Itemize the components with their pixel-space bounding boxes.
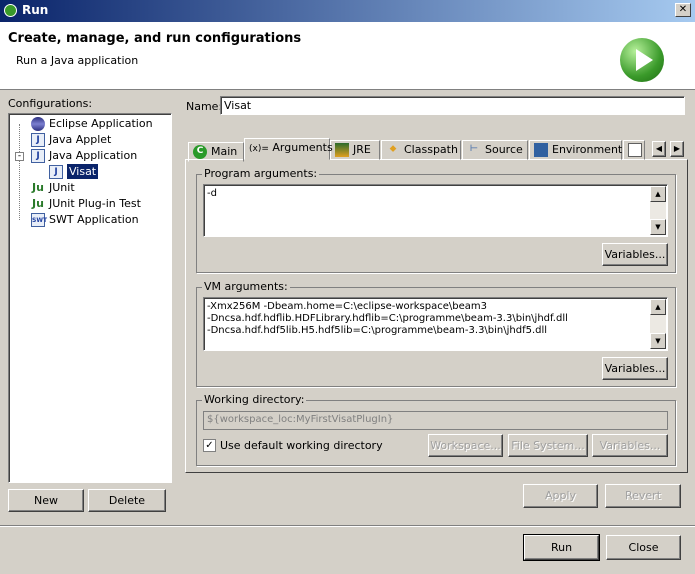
tab-classpath[interactable]: ⬥ Classpath <box>381 140 461 160</box>
tab-source[interactable]: ⊢ Source <box>462 140 528 160</box>
tree-item-java-applet[interactable]: J Java Applet <box>31 132 111 148</box>
tree-item-eclipse-application[interactable]: Eclipse Application <box>31 116 153 132</box>
java-application-icon: J <box>31 149 45 163</box>
window-title: Run <box>22 3 49 17</box>
name-label: Name: <box>186 100 223 113</box>
tree-item-junit-plugin-test[interactable]: Ju JUnit Plug-in Test <box>31 196 141 212</box>
close-button[interactable]: Close <box>606 535 681 560</box>
working-variables-button[interactable]: Variables... <box>592 434 668 457</box>
eclipse-icon <box>31 117 45 131</box>
classpath-icon: ⬥ <box>389 144 397 154</box>
working-directory-input[interactable]: ${workspace_loc:MyFirstVisatPlugIn} <box>203 411 668 430</box>
tree-item-swt-application[interactable]: SWT SWT Application <box>31 212 139 228</box>
jre-icon <box>335 143 349 157</box>
run-window-icon <box>4 4 17 17</box>
new-button[interactable]: New <box>8 489 84 512</box>
environment-icon <box>534 143 548 157</box>
file-system-button[interactable]: File System... <box>508 434 588 457</box>
header-banner: Create, manage, and run configurations R… <box>0 22 695 90</box>
tree-item-visat[interactable]: J Visat <box>49 164 99 180</box>
arguments-icon: (x)= <box>249 144 269 154</box>
java-icon: J <box>49 165 63 179</box>
tab-scroll-left[interactable]: ◀ <box>652 141 666 157</box>
collapse-toggle[interactable]: - <box>15 152 24 161</box>
java-applet-icon: J <box>31 133 45 147</box>
common-icon <box>628 143 642 157</box>
workspace-button[interactable]: Workspace... <box>428 434 503 457</box>
vm-variables-button[interactable]: Variables... <box>602 357 668 380</box>
apply-button[interactable]: Apply <box>523 484 598 508</box>
main-icon: C <box>193 145 207 159</box>
separator <box>0 525 695 527</box>
revert-button[interactable]: Revert <box>605 484 681 508</box>
tab-common[interactable] <box>623 140 645 160</box>
swt-icon: SWT <box>31 213 47 227</box>
tab-scroll-right[interactable]: ▶ <box>670 141 684 157</box>
tab-jre[interactable]: JRE <box>330 140 380 160</box>
tree-item-junit[interactable]: Ju JUnit <box>31 180 75 196</box>
header-title: Create, manage, and run configurations <box>8 31 302 46</box>
tab-main[interactable]: C Main <box>188 142 244 162</box>
delete-button[interactable]: Delete <box>88 489 166 512</box>
name-input[interactable]: Visat <box>220 96 685 115</box>
configurations-tree[interactable]: Eclipse Application J Java Applet - J Java… <box>8 113 172 483</box>
close-window-button[interactable]: ✕ <box>675 3 691 17</box>
title-bar: Run ✕ <box>0 0 695 22</box>
junit-icon: Ju <box>32 181 44 194</box>
scrollbar[interactable]: ▲ ▼ <box>650 186 666 235</box>
tab-environment[interactable]: Environment <box>529 140 622 160</box>
program-variables-button[interactable]: Variables... <box>602 243 668 266</box>
header-subtitle: Run a Java application <box>16 54 139 67</box>
use-default-checkbox[interactable]: ✓ <box>203 439 216 452</box>
program-arguments-textarea[interactable]: -d ▲ ▼ <box>203 184 668 237</box>
vm-arguments-textarea[interactable]: -Xmx256M -Dbeam.home=C:\eclipse-workspac… <box>203 297 668 351</box>
tree-item-java-application[interactable]: J Java Application <box>31 148 137 164</box>
scrollbar[interactable]: ▲ ▼ <box>650 299 666 349</box>
use-default-label: Use default working directory <box>220 439 383 452</box>
configurations-label: Configurations: <box>8 97 93 110</box>
junit-plugin-icon: Ju <box>32 197 44 210</box>
run-play-icon <box>620 38 664 82</box>
tab-arguments[interactable]: (x)= Arguments <box>244 138 333 160</box>
source-icon: ⊢ <box>469 144 479 154</box>
run-button[interactable]: Run <box>523 534 600 561</box>
